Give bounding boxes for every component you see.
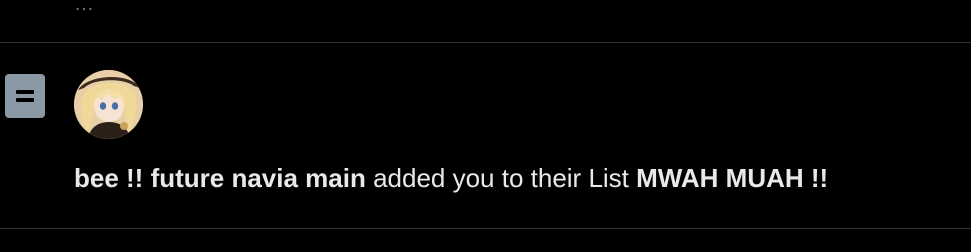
list-icon <box>5 74 45 118</box>
user-name-link[interactable]: bee !! future navia main <box>74 163 366 193</box>
avatar[interactable] <box>74 70 143 139</box>
previous-notification-text: … <box>74 0 95 15</box>
notifications-page: … bee !! future navia main added you to … <box>0 0 971 252</box>
action-text: added you to their List <box>365 163 637 193</box>
notification-text: bee !! future navia main added you to th… <box>74 160 828 196</box>
previous-notification-fragment[interactable]: … <box>74 0 95 14</box>
divider <box>0 42 971 43</box>
divider <box>0 228 971 229</box>
list-name-link[interactable]: MWAH MUAH !! <box>636 163 828 193</box>
avatar-image <box>74 70 143 139</box>
